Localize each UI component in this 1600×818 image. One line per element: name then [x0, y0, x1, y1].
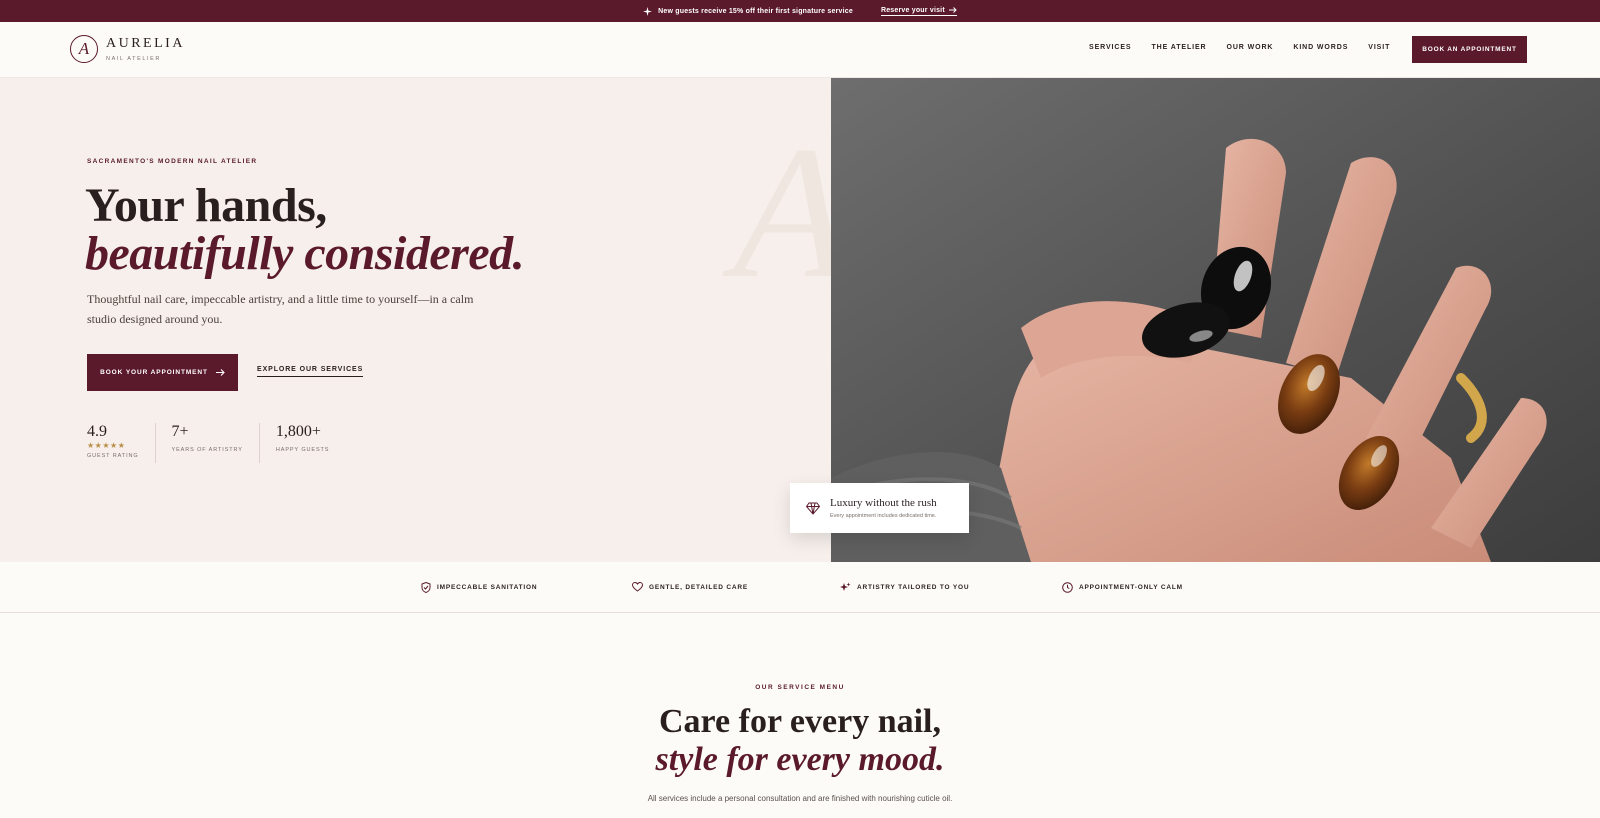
services-description: All services include a personal consulta… [647, 794, 953, 803]
logo[interactable]: A AURELIA NAIL ATELIER [70, 35, 185, 63]
services-heading-line1: Care for every nail, [659, 703, 941, 740]
brand-name: AURELIA [106, 35, 185, 51]
hero-eyebrow: SACRAMENTO'S MODERN NAIL ATELIER [87, 158, 258, 165]
services-heading-line2: style for every mood. [655, 741, 945, 778]
rating-stars: ★★★★★ [87, 441, 126, 450]
stat-value: 7+ [171, 423, 189, 440]
feature-label: GENTLE, DETAILED CARE [649, 583, 749, 591]
arrow-right-icon [948, 7, 957, 13]
feature-sanitation: IMPECCABLE SANITATION [421, 582, 537, 593]
announcement-text: New guests receive 15% off their first s… [658, 7, 853, 15]
stat-happy-guests: 1,800+ HAPPY GUESTS [276, 423, 346, 463]
stat-label: HAPPY GUESTS [275, 447, 330, 453]
hero-watermark: A [733, 118, 831, 308]
nav-item-kind-words[interactable]: KIND WORDS [1293, 44, 1348, 51]
stat-value: 1,800+ [275, 423, 321, 440]
hero-headline-line2: beautifully considered. [85, 227, 525, 280]
stat-guest-rating: 4.9 ★★★★★ GUEST RATING [87, 423, 156, 463]
brand-tagline: NAIL ATELIER [106, 55, 161, 62]
reserve-visit-label: Reserve your visit [880, 6, 945, 14]
nav-item-services[interactable]: SERVICES [1089, 44, 1131, 51]
feature-label: APPOINTMENT-ONLY CALM [1079, 584, 1183, 591]
sparkle-icon [643, 6, 653, 16]
sparkle-icon [840, 582, 851, 591]
stat-years: 7+ YEARS OF ARTISTRY [172, 423, 260, 463]
heart-icon [632, 582, 643, 592]
book-appointment-button[interactable]: BOOK AN APPOINTMENT [1412, 36, 1527, 63]
diamond-icon [806, 502, 820, 515]
features-strip: IMPECCABLE SANITATION GENTLE, DETAILED C… [0, 562, 1600, 613]
shield-check-icon [421, 582, 431, 593]
nav-item-visit[interactable]: VISIT [1368, 44, 1390, 51]
main-nav: SERVICES THE ATELIER OUR WORK KIND WORDS… [1089, 44, 1390, 51]
stat-label: YEARS OF ARTISTRY [171, 447, 243, 453]
luxury-card: Luxury without the rush Every appointmen… [790, 483, 969, 533]
feature-label: IMPECCABLE SANITATION [437, 584, 538, 591]
stat-value: 4.9 [87, 423, 107, 440]
services-eyebrow: OUR SERVICE MENU [755, 684, 845, 691]
feature-gentle-care: GENTLE, DETAILED CARE [632, 582, 748, 592]
arrow-right-icon [215, 369, 225, 376]
hero-stats: 4.9 ★★★★★ GUEST RATING 7+ YEARS OF ARTIS… [87, 423, 361, 463]
hero-headline-line1: Your hands, [85, 179, 327, 232]
stat-label: GUEST RATING [87, 453, 139, 459]
hero-section: A SACRAMENTO'S MODERN NAIL ATELIER Your … [0, 78, 831, 562]
book-your-appointment-label: BOOK YOUR APPOINTMENT [100, 369, 208, 376]
feature-appointment-only: APPOINTMENT-ONLY CALM [1062, 582, 1183, 593]
card-title: Luxury without the rush [830, 497, 937, 509]
clock-icon [1062, 582, 1073, 593]
explore-services-link[interactable]: EXPLORE OUR SERVICES [257, 366, 364, 377]
card-subtitle: Every appointment includes dedicated tim… [830, 513, 937, 519]
logo-mark: A [70, 35, 98, 63]
feature-label: ARTISTRY TAILORED TO YOU [857, 584, 970, 591]
book-your-appointment-button[interactable]: BOOK YOUR APPOINTMENT [87, 354, 238, 391]
nav-item-the-atelier[interactable]: THE ATELIER [1151, 44, 1206, 51]
reserve-visit-link[interactable]: Reserve your visit [880, 6, 957, 16]
site-header: A AURELIA NAIL ATELIER SERVICES THE ATEL… [0, 22, 1600, 78]
announcement-bar: New guests receive 15% off their first s… [0, 0, 1600, 22]
feature-artistry: ARTISTRY TAILORED TO YOU [840, 582, 969, 593]
nav-item-our-work[interactable]: OUR WORK [1227, 44, 1274, 51]
announcement-message: New guests receive 15% off their first s… [643, 6, 853, 16]
hero-lede: Thoughtful nail care, impeccable artistr… [87, 292, 474, 326]
